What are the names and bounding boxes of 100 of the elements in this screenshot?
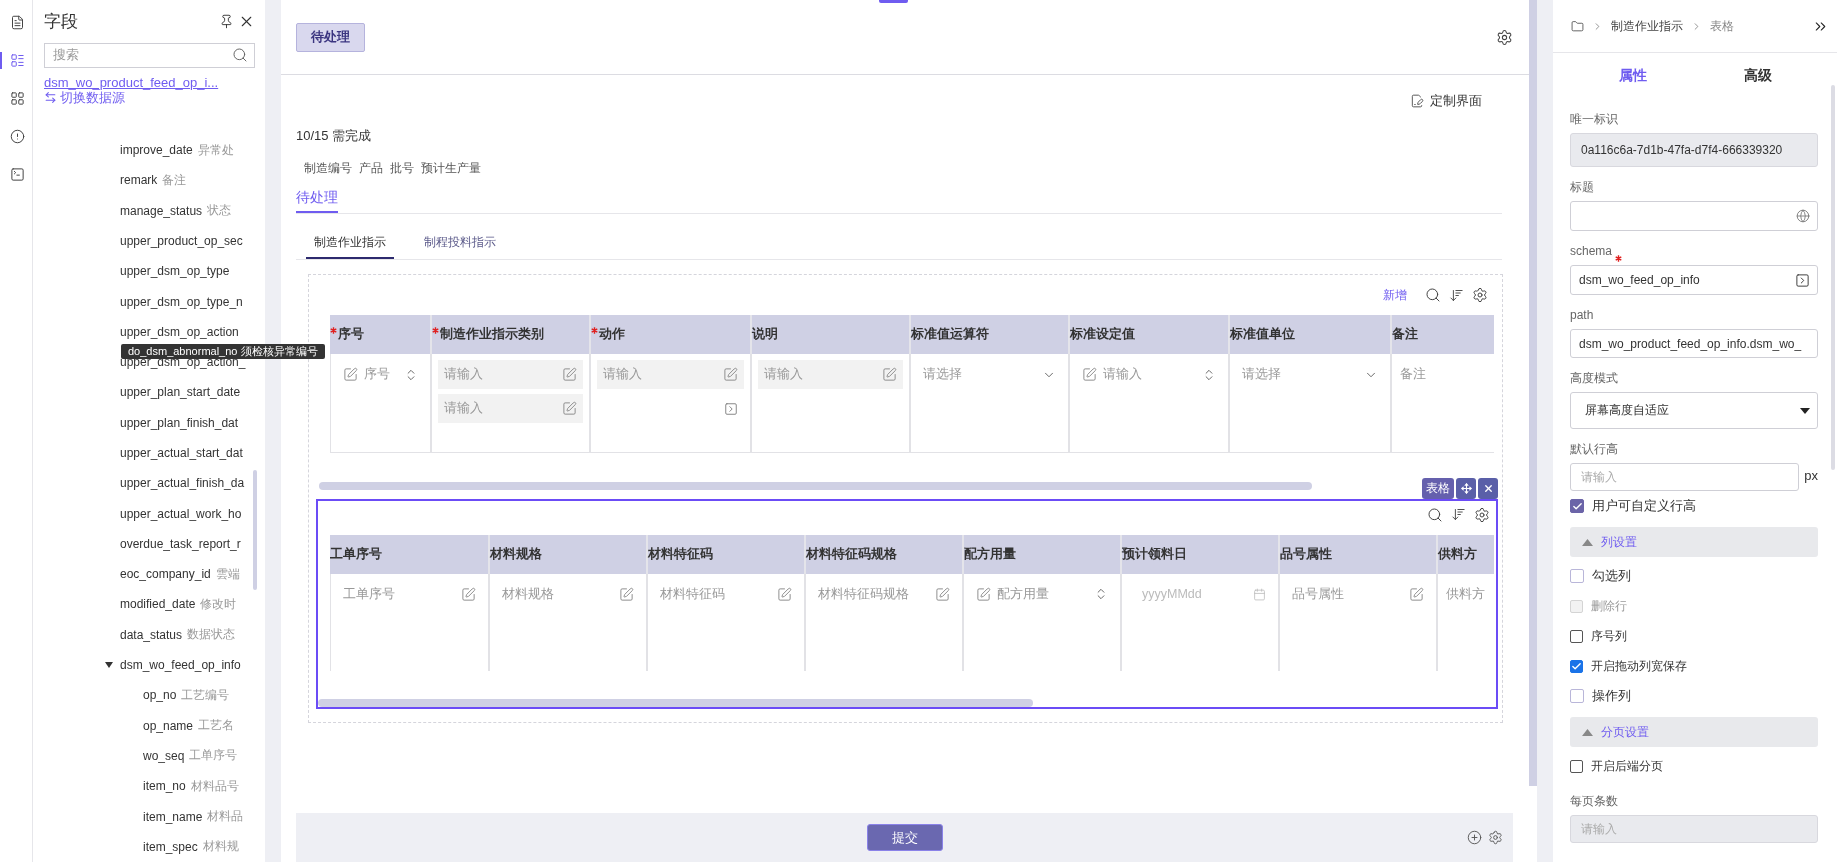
field-item[interactable]: upper_actual_start_dat — [44, 437, 243, 469]
customize-link[interactable]: 定制界面 — [1410, 92, 1482, 110]
field-item[interactable]: upper_actual_finish_da — [44, 468, 245, 499]
field-label: 高度模式 — [1570, 369, 1618, 387]
property-tab[interactable]: 属性 — [1570, 53, 1695, 99]
unit-label: px — [1804, 468, 1818, 485]
column-header: 配方用量 — [962, 534, 1120, 574]
field-item[interactable]: data_status 数据状态 — [44, 619, 236, 650]
checkbox-option[interactable]: 勾选列 — [1570, 561, 1818, 591]
column-header: 预计领料日 — [1120, 534, 1278, 574]
edit-icon — [723, 367, 738, 382]
drag-handle[interactable] — [879, 0, 908, 3]
checkbox[interactable] — [1570, 759, 1583, 773]
checkbox-option[interactable]: 开启后端分页 — [1570, 751, 1818, 781]
field-item[interactable]: improve_date 异常处 — [44, 134, 234, 166]
check-icon — [1571, 660, 1582, 672]
field-item[interactable]: upper_dsm_op_action — [44, 316, 239, 347]
caret-icon — [1582, 538, 1593, 546]
search-icon[interactable] — [1425, 287, 1441, 303]
field-item[interactable]: upper_dsm_op_type — [44, 256, 230, 287]
settings-icon[interactable] — [1472, 287, 1488, 303]
id-field[interactable]: 0a116c6a-7d1b-47fa-d7f4-666339320 — [1570, 133, 1818, 167]
sub-tab[interactable]: 制程投料指示 — [416, 234, 504, 259]
settings-icon[interactable] — [1496, 28, 1513, 46]
title-field[interactable] — [1570, 201, 1818, 231]
scrollbar[interactable] — [253, 470, 257, 590]
scrollbar[interactable] — [1831, 85, 1835, 470]
view-tab[interactable]: 待处理 — [296, 22, 365, 52]
property-tab[interactable]: 高级 — [1695, 53, 1820, 99]
sub-tab[interactable]: 制造作业指示 — [306, 234, 394, 259]
add-icon[interactable] — [1467, 830, 1482, 845]
sort-icon[interactable] — [1449, 287, 1464, 303]
path-field[interactable]: dsm_wo_product_feed_op_info.dsm_wo_ — [1570, 329, 1818, 358]
field-item[interactable]: op_name 工艺名 — [44, 710, 235, 741]
column-header: 标准值单位 — [1228, 315, 1390, 354]
field-item[interactable]: upper_product_op_sec — [44, 225, 243, 257]
field-item[interactable]: item_no 材料品号 — [44, 771, 239, 802]
edit-icon — [1082, 367, 1097, 382]
scrollbar[interactable] — [318, 699, 1033, 707]
checkbox[interactable] — [1570, 629, 1583, 643]
sort-icon[interactable] — [1451, 507, 1466, 523]
field-item[interactable]: upper_actual_work_ho — [44, 498, 242, 529]
move-icon — [1460, 483, 1472, 494]
switch-datasource-link[interactable]: 切换数据源 — [44, 89, 125, 105]
section-header[interactable]: 列设置 — [1570, 527, 1818, 557]
edit-icon — [882, 367, 897, 382]
settings-icon[interactable] — [1474, 506, 1490, 523]
submit-button[interactable]: 提交 — [866, 824, 943, 851]
field-item[interactable]: upper_plan_start_date — [44, 377, 241, 408]
section-header[interactable]: 分页设置 — [1570, 717, 1818, 747]
globe-icon — [1796, 209, 1810, 223]
field-item[interactable]: manage_status 状态 — [44, 195, 232, 226]
scrollbar[interactable] — [319, 482, 1312, 490]
column-header: 材料特征码 — [646, 534, 804, 574]
caret-icon — [1800, 407, 1810, 414]
checkbox-option[interactable]: 操作列 — [1570, 681, 1818, 711]
calendar-icon — [1253, 587, 1266, 601]
select-field[interactable]: 屏幕高度自适应 — [1570, 392, 1818, 429]
close-icon — [1482, 483, 1494, 494]
field-item[interactable]: upper_plan_finish_dat — [44, 407, 239, 438]
field-item[interactable]: dsm_wo_feed_op_info — [44, 649, 241, 681]
caret-icon[interactable] — [105, 662, 113, 669]
scrollbar[interactable] — [1529, 0, 1537, 786]
swap-icon — [44, 90, 57, 104]
tooltip: do_dsm_abnormal_no 须检核异常编号 — [121, 344, 325, 359]
edit-icon — [562, 401, 577, 416]
checkbox[interactable] — [1570, 499, 1584, 513]
checkbox-option[interactable]: 开启拖动列宽保存 — [1570, 651, 1818, 681]
add-link[interactable]: 新增 — [1383, 286, 1407, 304]
field-item[interactable]: op_no 工艺编号 — [44, 680, 230, 711]
move-button[interactable] — [1456, 478, 1476, 499]
checkbox[interactable] — [1570, 689, 1584, 703]
edit-icon — [461, 586, 476, 602]
status-tab[interactable]: 待处理 — [296, 189, 338, 213]
checkbox-option[interactable]: 序号列 — [1570, 621, 1818, 651]
field-item[interactable]: upper_dsm_op_type_n — [44, 286, 243, 317]
field-item[interactable]: eoc_company_id 雲端 — [44, 559, 240, 590]
checkbox-option[interactable]: 用户可自定义行高 — [1570, 491, 1818, 521]
search-icon[interactable] — [1427, 506, 1443, 523]
breadcrumb-item[interactable]: 制造作业指示 — [1611, 17, 1683, 35]
schema-field[interactable]: dsm_wo_feed_op_info — [1570, 265, 1818, 295]
field-label: schema — [1570, 244, 1613, 258]
field-item[interactable]: item_spec 材料规 — [44, 831, 239, 862]
caret-icon — [1582, 728, 1593, 736]
field-item[interactable]: overdue_task_report_r — [44, 528, 241, 560]
picker-icon[interactable] — [1795, 272, 1810, 288]
field-item[interactable]: item_name 材料品 — [44, 801, 244, 832]
column-header: 品号属性 — [1278, 534, 1436, 574]
field-item[interactable]: modified_date 修改时 — [44, 589, 237, 620]
field-item[interactable]: remark 备注 — [44, 165, 187, 196]
picker-icon[interactable] — [724, 401, 738, 416]
field-item[interactable]: wo_seq 工单序号 — [44, 740, 238, 772]
column-header: 材料特征码规格 — [804, 534, 962, 574]
column-header: 备注 — [1390, 315, 1494, 354]
column-header: 动作 — [589, 315, 750, 354]
close-button[interactable] — [1478, 478, 1498, 499]
checkbox[interactable] — [1570, 659, 1583, 673]
pin-icon[interactable] — [219, 14, 234, 30]
checkbox[interactable] — [1570, 569, 1584, 583]
breadcrumb-item[interactable]: 表格 — [1710, 17, 1734, 35]
